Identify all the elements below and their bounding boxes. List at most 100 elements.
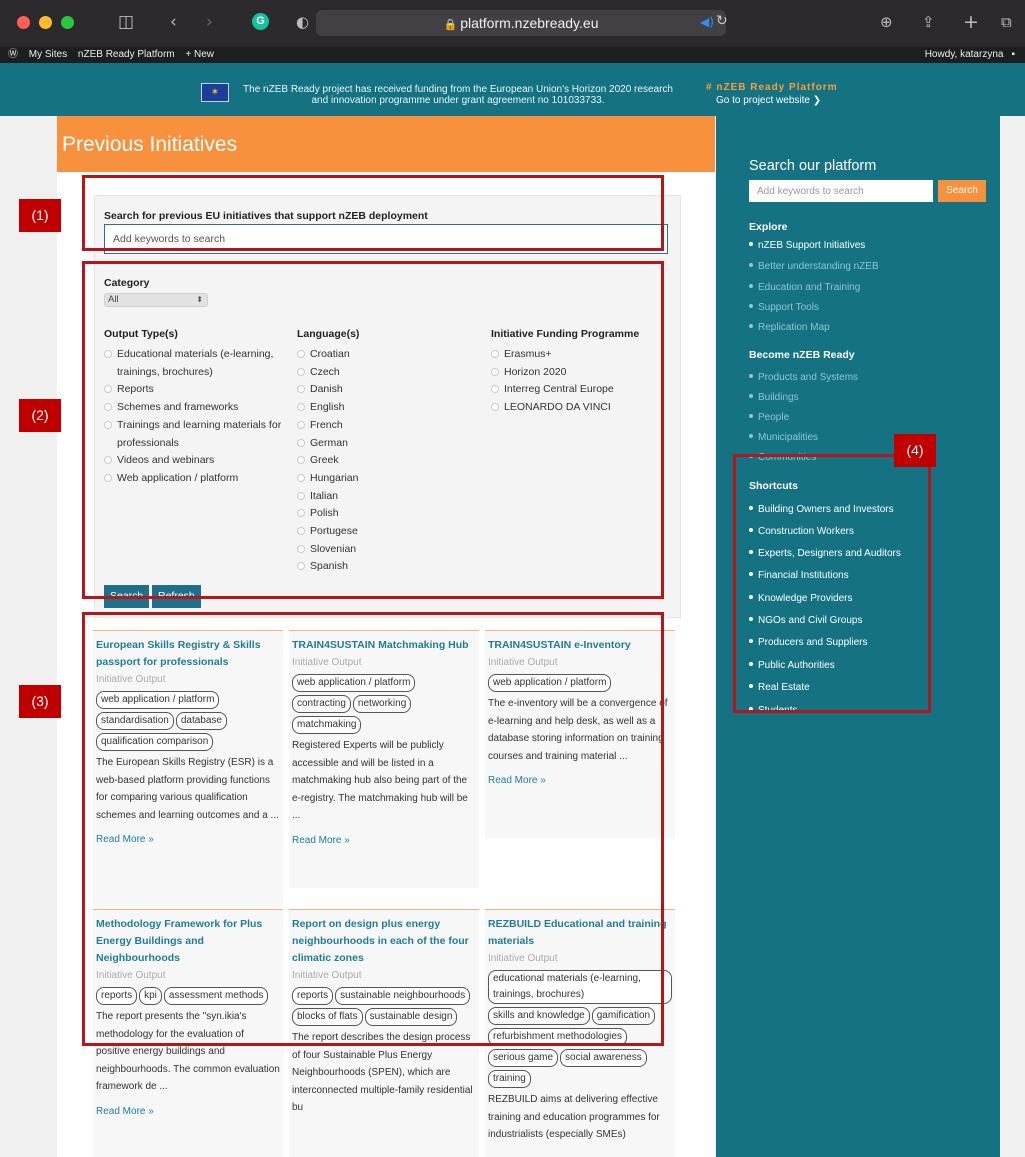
tag[interactable]: qualification comparison [96,733,214,751]
tag[interactable]: assessment methods [163,987,269,1005]
sidebar-item-communities[interactable]: Communities [749,452,816,464]
tag[interactable]: database [175,712,227,730]
card-title[interactable]: European Skills Registry & Skills passpo… [96,637,280,671]
shortcut-item[interactable]: Building Owners and Investors [749,504,894,516]
facet-option[interactable]: LEONARDO DA VINCI [491,399,679,417]
sidebar-item-nzeb-support[interactable]: nZEB Support Initiatives [749,240,865,252]
card-title[interactable]: TRAIN4SUSTAIN Matchmaking Hub [292,637,476,654]
shortcut-item[interactable]: Producers and Suppliers [749,637,868,649]
facet-option[interactable]: Greek [297,452,485,470]
shortcut-item[interactable]: Knowledge Providers [749,593,853,605]
tag[interactable]: training [488,1070,531,1088]
project-website-link[interactable]: Go to project website ❯ [716,95,821,106]
radio-icon[interactable] [297,350,305,358]
zoom-window-button[interactable] [61,16,74,29]
reload-icon[interactable]: ↻ [716,13,728,29]
forward-icon[interactable]: › [206,11,213,33]
read-more-link[interactable]: Read More » [96,1105,280,1119]
sidebar-item-municipalities[interactable]: Municipalities [749,432,818,444]
tag[interactable]: sustainable design [364,1008,458,1026]
radio-icon[interactable] [104,385,112,394]
shortcut-item[interactable]: Experts, Designers and Auditors [749,548,901,560]
facet-option[interactable]: Interreg Central Europe [491,381,679,399]
radio-icon[interactable] [104,403,112,412]
share-icon[interactable]: ⇪ [922,11,935,33]
back-icon[interactable]: ‹ [170,11,177,33]
shortcut-item[interactable]: Students [749,705,797,717]
card-title[interactable]: TRAIN4SUSTAIN e-Inventory [488,637,672,654]
wp-new-link[interactable]: + New [185,49,214,60]
radio-icon[interactable] [297,491,305,500]
shortcut-item[interactable]: Financial Institutions [749,570,849,582]
tag[interactable]: social awareness [560,1049,647,1067]
refresh-button[interactable]: Refresh [152,585,201,608]
facet-option[interactable]: Italian [297,488,485,506]
address-bar[interactable]: 🔒 platform.nzebready.eu ◀) ↻ [316,10,728,36]
shortcut-item[interactable]: Real Estate [749,682,810,694]
tag[interactable]: skills and knowledge [488,1007,590,1025]
wordpress-logo-icon[interactable]: Ⓦ [8,49,18,60]
radio-icon[interactable] [491,367,499,376]
tag[interactable]: reports [292,987,334,1005]
facet-option[interactable]: Reports [104,381,292,399]
radio-icon[interactable] [297,403,305,412]
tag[interactable]: blocks of flats [292,1008,363,1026]
radio-icon[interactable] [104,456,112,465]
tab-overview-icon[interactable]: ⧉ [1001,11,1012,33]
card-title[interactable]: Report on design plus energy neighbourho… [292,916,476,967]
radio-icon[interactable] [297,367,305,376]
tag[interactable]: reports [96,987,138,1005]
tag[interactable]: networking [352,695,412,713]
facet-option[interactable]: Czech [297,364,485,382]
radio-icon[interactable] [297,527,305,536]
tag[interactable]: serious game [488,1049,559,1067]
wp-site-link[interactable]: nZEB Ready Platform [78,49,175,60]
tag[interactable]: matchmaking [292,716,362,734]
tag[interactable]: web application / platform [488,674,612,692]
sidebar-search-button[interactable]: Search [938,180,986,202]
search-button[interactable]: Search [104,585,150,608]
facet-option[interactable]: Portugese [297,523,485,541]
privacy-shield-icon[interactable]: ◐ [296,11,309,33]
downloads-icon[interactable]: ⊕ [880,11,893,33]
wp-user-greeting[interactable]: Howdy, katarzyna ▪ [925,47,1015,63]
read-more-link[interactable]: Read More » [96,833,280,847]
initiatives-search-input[interactable] [104,224,668,254]
facet-option[interactable]: Educational materials (e-learning, train… [104,346,292,381]
tag[interactable]: web application / platform [96,691,220,709]
sidebar-item-understanding[interactable]: Better understanding nZEB [749,261,879,273]
sidebar-item-people[interactable]: People [749,412,789,424]
tag[interactable]: kpi [139,987,162,1005]
tag[interactable]: educational materials (e-learning, train… [488,970,672,1004]
facet-option[interactable]: Schemes and frameworks [104,399,292,417]
minimize-window-button[interactable] [39,16,52,29]
facet-option[interactable]: French [297,417,485,435]
sidebar-item-support-tools[interactable]: Support Tools [749,302,819,314]
sidebar-item-replication-map[interactable]: Replication Map [749,322,830,334]
facet-option[interactable]: Spanish [297,558,485,576]
radio-icon[interactable] [491,350,499,358]
tag[interactable]: sustainable neighbourhoods [335,987,471,1005]
facet-option[interactable]: German [297,435,485,453]
sidebar-toggle-icon[interactable]: ◫ [118,11,134,33]
radio-icon[interactable] [297,544,305,553]
tag[interactable]: refurbishment methodologies [488,1028,627,1046]
radio-icon[interactable] [297,456,305,465]
audio-playing-icon[interactable]: ◀) [700,15,714,29]
radio-icon[interactable] [297,438,305,447]
radio-icon[interactable] [491,385,499,394]
facet-option[interactable]: Hungarian [297,470,485,488]
read-more-link[interactable]: Read More » [292,834,476,848]
close-window-button[interactable] [17,16,30,29]
facet-option[interactable]: English [297,399,485,417]
radio-icon[interactable] [104,473,112,482]
radio-icon[interactable] [297,562,305,571]
sidebar-item-education[interactable]: Education and Training [749,282,860,294]
read-more-link[interactable]: Read More » [488,774,672,788]
category-select[interactable]: All ⬍ [104,293,208,307]
grammarly-extension-icon[interactable]: G [252,13,269,30]
tag[interactable]: gamification [591,1007,656,1025]
shortcut-item[interactable]: Construction Workers [749,526,854,538]
facet-option[interactable]: Web application / platform [104,470,292,488]
card-title[interactable]: REZBUILD Educational and training materi… [488,916,672,950]
